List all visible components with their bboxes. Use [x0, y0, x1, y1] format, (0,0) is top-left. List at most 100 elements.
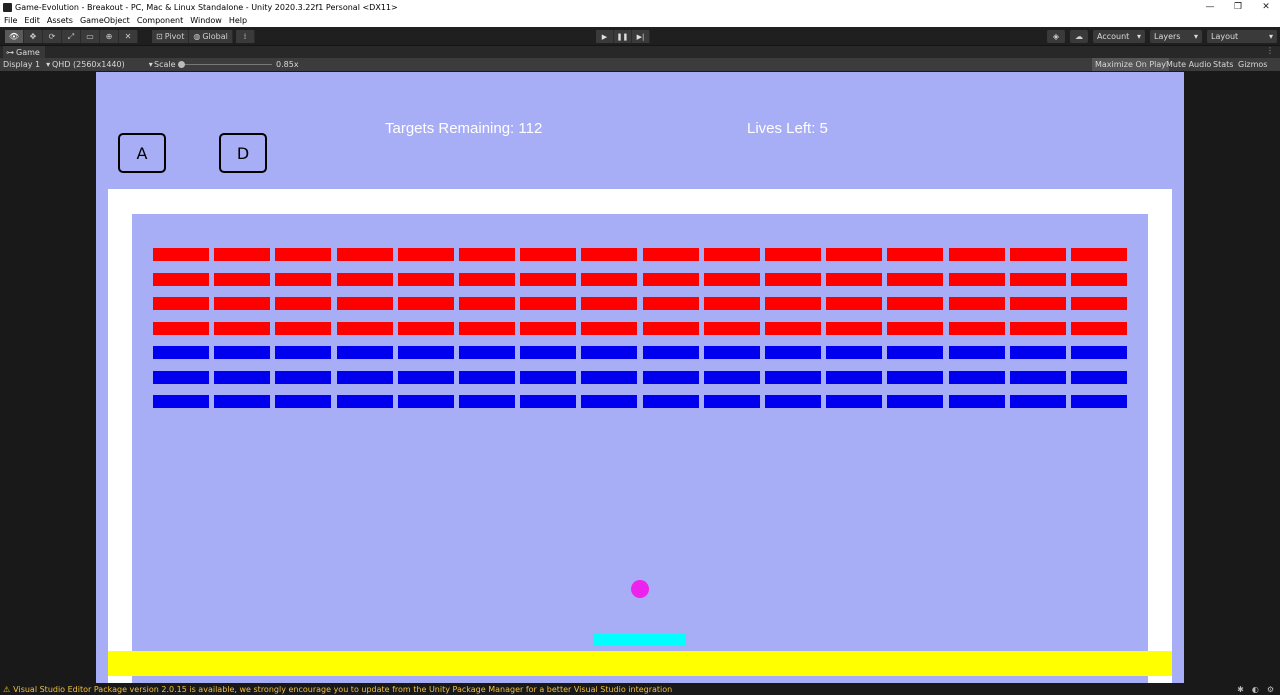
close-icon[interactable]: ✕ [1252, 0, 1280, 14]
scale-slider-track[interactable] [180, 64, 272, 65]
brick-blue [459, 371, 515, 384]
brick-red [153, 273, 209, 286]
menu-file[interactable]: File [4, 16, 17, 25]
maximize-on-play-toggle[interactable]: Maximize On Play [1092, 58, 1170, 71]
brick-blue [704, 395, 760, 408]
brick-red [398, 248, 454, 261]
brick-red [949, 297, 1005, 310]
custom-tool-icon[interactable]: ✕ [119, 30, 138, 43]
menu-assets[interactable]: Assets [47, 16, 73, 25]
mute-audio-label: Mute Audio [1166, 60, 1212, 69]
menu-edit[interactable]: Edit [24, 16, 40, 25]
step-icon[interactable]: ▶| [632, 30, 650, 43]
brick-blue [337, 395, 393, 408]
layout-dropdown[interactable]: Layout ▾ [1207, 30, 1277, 43]
brick-red [520, 273, 576, 286]
brick-blue [153, 395, 209, 408]
pivot-group: ⊡ Pivot ◍ Global [152, 30, 233, 43]
scale-tool-icon[interactable]: ⤢ [62, 30, 81, 43]
brick-red [520, 297, 576, 310]
brick-red [826, 248, 882, 261]
brick-blue [459, 346, 515, 359]
status-message[interactable]: Visual Studio Editor Package version 2.0… [13, 685, 1229, 694]
main-toolbar: 👁 ✥ ⟳ ⤢ ▭ ⊕ ✕ ⊡ Pivot ◍ Global ⁞ ▶ ❚❚ ▶| ◈… [0, 27, 1280, 46]
menu-component[interactable]: Component [137, 16, 183, 25]
rotate-tool-icon[interactable]: ⟳ [43, 30, 62, 43]
brick-blue [214, 395, 270, 408]
menu-help[interactable]: Help [229, 16, 247, 25]
brick-blue [581, 346, 637, 359]
display-dropdown[interactable]: Display 1 ▾ [3, 58, 50, 71]
window-title: Game-Evolution - Breakout - PC, Mac & Li… [15, 2, 398, 12]
restore-icon[interactable]: ❐ [1224, 0, 1252, 14]
brick-blue [275, 395, 331, 408]
brick-red [643, 322, 699, 335]
brick-blue [214, 371, 270, 384]
play-icon[interactable]: ▶ [596, 30, 614, 43]
menu-window[interactable]: Window [190, 16, 222, 25]
more-options-icon[interactable]: ⋮ [1266, 46, 1274, 55]
account-dropdown[interactable]: Account ▾ [1093, 30, 1145, 43]
scale-slider-handle[interactable] [178, 61, 185, 68]
brick-red [581, 273, 637, 286]
brick-red [337, 297, 393, 310]
rect-tool-icon[interactable]: ▭ [81, 30, 100, 43]
transform-tool-icon[interactable]: ⊕ [100, 30, 119, 43]
mute-audio-toggle[interactable]: Mute Audio [1163, 58, 1214, 71]
chevron-down-icon: ▾ [1268, 32, 1273, 41]
brick-blue [704, 346, 760, 359]
gizmos-dropdown[interactable]: Gizmos [1235, 58, 1270, 71]
settings-icon[interactable]: ⚙ [1267, 685, 1274, 694]
game-viewport[interactable]: A D Targets Remaining: 112 Lives Left: 5 [96, 72, 1184, 683]
brick-red [704, 273, 760, 286]
brick-red [949, 273, 1005, 286]
pause-icon[interactable]: ❚❚ [614, 30, 632, 43]
brick-red [459, 248, 515, 261]
progress-icon[interactable]: ◐ [1252, 685, 1259, 694]
brick-red [275, 273, 331, 286]
resolution-dropdown[interactable]: QHD (2560x1440) ▾ [52, 58, 153, 71]
brick-red [887, 248, 943, 261]
brick-red [887, 322, 943, 335]
bug-icon[interactable]: ✱ [1237, 685, 1244, 694]
tab-game[interactable]: ⊶ Game [3, 46, 45, 58]
brick-red [1010, 248, 1066, 261]
pivot-toggle[interactable]: ⊡ Pivot [152, 30, 190, 43]
brick-red [643, 248, 699, 261]
resolution-label: QHD (2560x1440) [52, 60, 125, 69]
layout-label: Layout [1211, 32, 1239, 41]
grid-snap-icon[interactable]: ⁞ [236, 30, 255, 43]
brick-blue [214, 346, 270, 359]
cloud-icon[interactable]: ☁ [1070, 30, 1088, 43]
brick-red [1071, 248, 1127, 261]
minimize-icon[interactable]: — [1196, 0, 1224, 14]
brick-blue [337, 346, 393, 359]
game-view-toolbar: Display 1 ▾ QHD (2560x1440) ▾ Scale 0.85x … [0, 58, 1280, 71]
brick-blue [826, 395, 882, 408]
menu-gameobject[interactable]: GameObject [80, 16, 130, 25]
brick-blue [153, 346, 209, 359]
chevron-down-icon: ▾ [1136, 32, 1141, 41]
chevron-down-icon: ▾ [1193, 32, 1198, 41]
layers-dropdown[interactable]: Layers ▾ [1150, 30, 1202, 43]
brick-blue [1071, 346, 1127, 359]
global-toggle[interactable]: ◍ Global [189, 30, 233, 43]
brick-blue [398, 371, 454, 384]
brick-red [214, 297, 270, 310]
brick-red [1010, 297, 1066, 310]
brick-red [704, 248, 760, 261]
brick-blue [826, 346, 882, 359]
brick-red [826, 322, 882, 335]
view-tool-eye-icon[interactable]: 👁 [5, 30, 24, 43]
globe-icon: ◍ [193, 32, 201, 41]
brick-red [1071, 297, 1127, 310]
brick-blue [765, 346, 821, 359]
brick-red [1071, 322, 1127, 335]
brick-blue [153, 371, 209, 384]
brick-red [581, 248, 637, 261]
collab-icon[interactable]: ◈ [1047, 30, 1065, 43]
stats-toggle[interactable]: Stats [1210, 58, 1236, 71]
move-tool-icon[interactable]: ✥ [24, 30, 43, 43]
brick-red [520, 248, 576, 261]
brick-blue [275, 346, 331, 359]
